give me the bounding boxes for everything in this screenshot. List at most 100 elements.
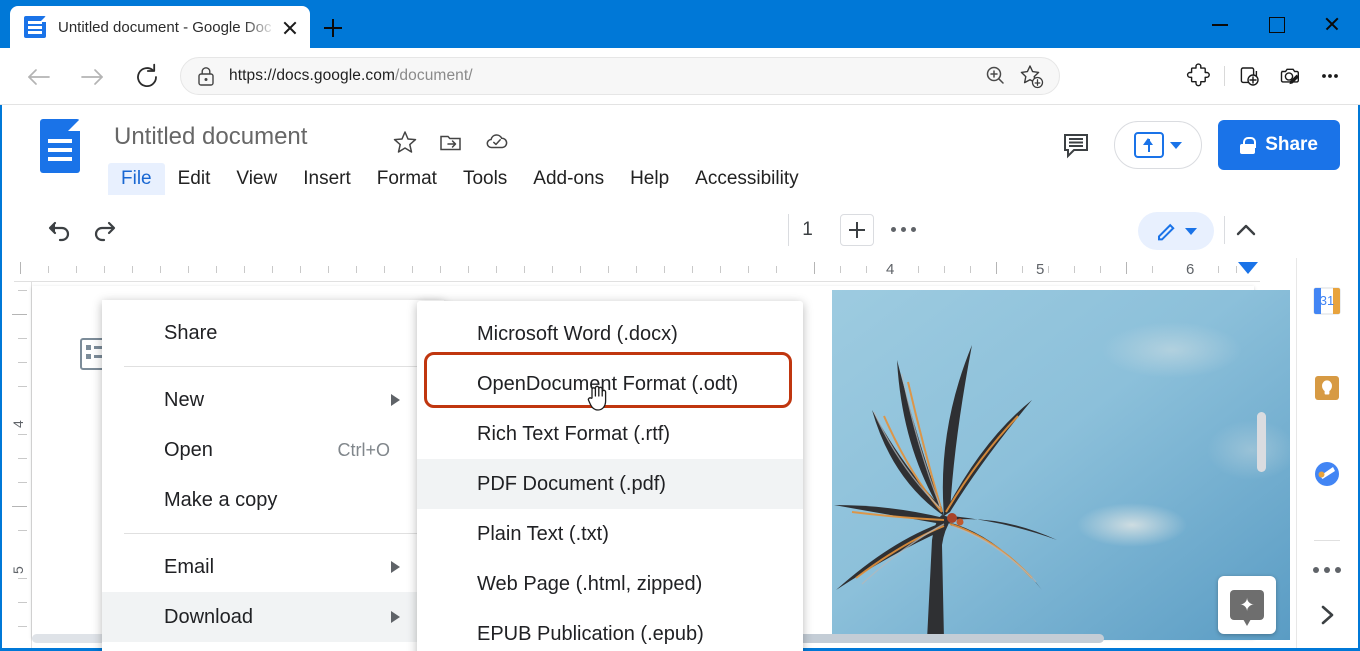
docs-menu-bar: File Edit View Insert Format Tools Add-o…	[108, 163, 812, 195]
file-menu-item-share[interactable]: Share	[102, 308, 444, 358]
collections-icon[interactable]	[1230, 57, 1270, 95]
more-options-icon[interactable]	[890, 224, 924, 236]
more-add-ons-icon[interactable]	[1311, 567, 1343, 577]
download-option-epub[interactable]: EPUB Publication (.epub)	[417, 609, 803, 651]
share-button-label: Share	[1265, 134, 1318, 155]
ruler-number-5: 5	[1036, 261, 1045, 278]
file-menu-item-open[interactable]: Open Ctrl+O	[102, 425, 444, 475]
add-button[interactable]	[840, 214, 874, 246]
browser-window: Untitled document - Google Doc https://d…	[0, 0, 1360, 651]
settings-and-more-icon[interactable]	[1310, 57, 1350, 95]
menu-format[interactable]: Format	[364, 163, 450, 195]
minimize-button[interactable]	[1192, 0, 1248, 48]
line-spacing-value[interactable]: 1	[788, 214, 826, 246]
undo-icon[interactable]	[44, 214, 78, 246]
google-docs-favicon	[24, 16, 46, 38]
browser-title-bar: Untitled document - Google Doc	[0, 0, 1360, 48]
web-capture-icon[interactable]	[1270, 57, 1310, 95]
vruler-number-4: 4	[10, 420, 26, 428]
actions-divider	[1224, 66, 1225, 86]
right-indent-marker[interactable]	[1238, 262, 1258, 274]
docs-header-actions: Share	[1050, 119, 1340, 171]
download-option-label: Plain Text (.txt)	[477, 522, 609, 545]
site-information-lock-icon[interactable]	[197, 66, 215, 86]
upload-button[interactable]	[1114, 121, 1203, 169]
download-option-html[interactable]: Web Page (.html, zipped)	[417, 559, 803, 609]
file-menu-item-email[interactable]: Email	[102, 542, 444, 592]
horizontal-ruler[interactable]: 4 5 6	[14, 258, 1260, 282]
file-menu-item-make-available-offline[interactable]: Make available offline	[102, 642, 444, 651]
download-option-label: Web Page (.html, zipped)	[477, 572, 703, 595]
download-option-pdf[interactable]: PDF Document (.pdf)	[417, 459, 803, 509]
side-panel-divider	[1313, 540, 1340, 541]
file-menu-separator	[124, 533, 422, 534]
ruler-number-4: 4	[886, 261, 895, 278]
share-button[interactable]: Share	[1218, 120, 1340, 170]
menu-view[interactable]: View	[223, 163, 290, 195]
address-bar[interactable]: https://docs.google.com/document/	[180, 57, 1060, 95]
url-host: https://docs.google.com	[229, 67, 396, 84]
toolbar-divider	[1224, 216, 1225, 244]
forward-icon[interactable]	[75, 60, 109, 94]
vertical-ruler[interactable]: 4 5	[8, 282, 32, 648]
file-menu-separator	[124, 366, 422, 367]
menu-add-ons[interactable]: Add-ons	[520, 163, 617, 195]
download-option-label: Microsoft Word (.docx)	[477, 322, 678, 345]
back-icon[interactable]	[22, 60, 56, 94]
google-calendar-icon[interactable]: 31	[1307, 282, 1347, 322]
download-submenu: Microsoft Word (.docx) OpenDocument Form…	[417, 301, 803, 651]
file-menu-item-make-a-copy[interactable]: Make a copy	[102, 475, 444, 525]
comment-history-icon[interactable]	[1050, 119, 1102, 171]
vertical-scrollbar-thumb[interactable]	[1257, 412, 1266, 472]
new-tab-button[interactable]	[318, 13, 348, 43]
mouse-cursor-pointer	[586, 382, 612, 412]
menu-edit[interactable]: Edit	[165, 163, 224, 195]
download-option-docx[interactable]: Microsoft Word (.docx)	[417, 309, 803, 359]
submenu-arrow-icon	[391, 611, 400, 623]
menu-file[interactable]: File	[108, 163, 165, 195]
menu-accessibility[interactable]: Accessibility	[682, 163, 811, 195]
vruler-number-5: 5	[10, 566, 26, 574]
url-path: /document/	[395, 67, 473, 84]
google-tasks-icon[interactable]	[1307, 454, 1347, 494]
editing-pencil-icon	[1156, 220, 1178, 242]
google-keep-icon[interactable]	[1307, 368, 1347, 408]
redo-icon[interactable]	[88, 214, 122, 246]
docs-header: Untitled document File Edit View Insert …	[2, 105, 1358, 200]
document-image-palm-tree[interactable]: ✦	[832, 290, 1290, 640]
download-option-rtf[interactable]: Rich Text Format (.rtf)	[417, 409, 803, 459]
docs-toolbar: 1	[2, 200, 1358, 258]
browser-tab[interactable]: Untitled document - Google Doc	[10, 6, 310, 48]
close-window-button[interactable]	[1304, 0, 1360, 48]
chevron-down-icon[interactable]	[1170, 141, 1183, 149]
extensions-icon[interactable]	[1179, 57, 1219, 95]
document-status-cloud-icon[interactable]	[484, 129, 510, 155]
file-menu-shortcut: Ctrl+O	[337, 439, 390, 460]
menu-insert[interactable]: Insert	[290, 163, 364, 195]
google-docs-logo[interactable]	[40, 119, 80, 173]
submenu-arrow-icon	[391, 561, 400, 573]
document-title[interactable]: Untitled document	[114, 123, 307, 151]
menu-tools[interactable]: Tools	[450, 163, 520, 195]
maximize-button[interactable]	[1248, 0, 1304, 48]
image-options-badge[interactable]: ✦	[1218, 576, 1276, 634]
move-to-folder-icon[interactable]	[438, 129, 464, 155]
editing-mode-button[interactable]	[1138, 212, 1214, 250]
chevron-down-icon[interactable]	[1184, 227, 1197, 235]
address-bar-url[interactable]: https://docs.google.com/document/	[229, 67, 973, 85]
file-menu-item-download[interactable]: Download	[102, 592, 444, 642]
file-menu-item-new[interactable]: New	[102, 375, 444, 425]
google-docs-app: Untitled document File Edit View Insert …	[0, 105, 1360, 651]
menu-help[interactable]: Help	[617, 163, 682, 195]
reload-icon[interactable]	[130, 60, 164, 94]
star-icon[interactable]	[392, 129, 418, 155]
zoom-in-icon[interactable]	[981, 62, 1009, 90]
window-controls	[1192, 0, 1360, 48]
collapse-side-panel-icon[interactable]	[1313, 601, 1341, 629]
add-favorite-icon[interactable]	[1017, 62, 1045, 90]
download-option-txt[interactable]: Plain Text (.txt)	[417, 509, 803, 559]
file-menu-dropdown: Share New Open Ctrl+O Make a copy Email …	[102, 300, 444, 651]
download-option-label: EPUB Publication (.epub)	[477, 622, 704, 645]
close-tab-icon[interactable]	[276, 13, 304, 41]
hide-menus-chevron-icon[interactable]	[1230, 214, 1262, 246]
